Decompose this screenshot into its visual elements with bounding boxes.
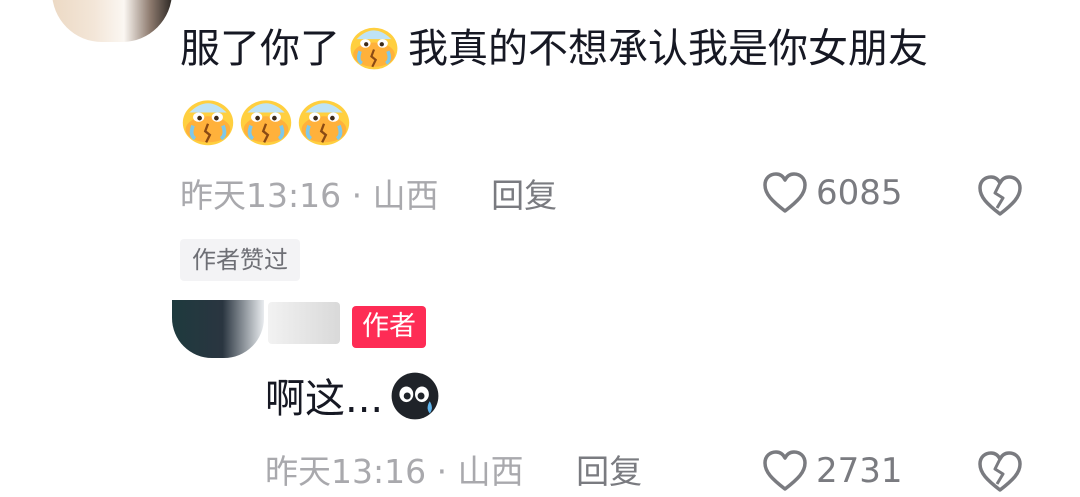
reply-button[interactable]: 回复	[576, 452, 642, 491]
comment-body: 服了你了 我真的不想承认我是你女朋友	[180, 20, 928, 77]
comment-text-part1: 服了你了	[180, 26, 340, 72]
author-name-blurred[interactable]	[268, 302, 340, 344]
meta-separator: ·	[351, 176, 363, 215]
sweating-crying-face-emoji-icon	[298, 100, 350, 146]
meta-separator: ·	[436, 452, 448, 491]
heart-icon	[763, 450, 807, 491]
like-button[interactable]: 6085	[762, 171, 903, 215]
sweat-drop-face-emoji-icon	[391, 372, 439, 420]
reply-button[interactable]: 回复	[491, 176, 557, 215]
reply-body: 啊这...	[265, 370, 449, 427]
comment-thread: 服了你了 我真的不想承认我是你女朋友 昨天13:16 · 山西 回复 6085 …	[0, 0, 1080, 497]
author-liked-badge: 作者赞过	[180, 239, 300, 281]
heart-icon	[763, 172, 807, 213]
reply-location: 山西	[457, 452, 524, 491]
reply-text: 啊这...	[265, 376, 384, 422]
author-avatar[interactable]	[172, 300, 264, 358]
sweating-crying-face-emoji-icon	[240, 100, 292, 146]
like-button[interactable]: 2731	[762, 449, 903, 493]
like-count: 2731	[816, 451, 903, 491]
emoji-row	[180, 92, 352, 148]
comment-location: 山西	[372, 176, 439, 215]
broken-heart-icon[interactable]	[976, 450, 1024, 494]
comment-meta: 昨天13:16 · 山西 回复	[180, 176, 557, 216]
author-badge: 作者	[352, 306, 426, 348]
sweating-crying-face-emoji-icon	[350, 27, 398, 70]
reply-meta: 昨天13:16 · 山西 回复	[265, 452, 642, 492]
comment-time: 昨天13:16	[180, 176, 342, 215]
sweating-crying-face-emoji-icon	[182, 100, 234, 146]
broken-heart-icon[interactable]	[976, 174, 1024, 218]
reply-time: 昨天13:16	[265, 452, 427, 491]
commenter-avatar[interactable]	[52, 0, 172, 42]
comment-text-part2: 我真的不想承认我是你女朋友	[408, 26, 928, 72]
like-count: 6085	[816, 173, 903, 213]
